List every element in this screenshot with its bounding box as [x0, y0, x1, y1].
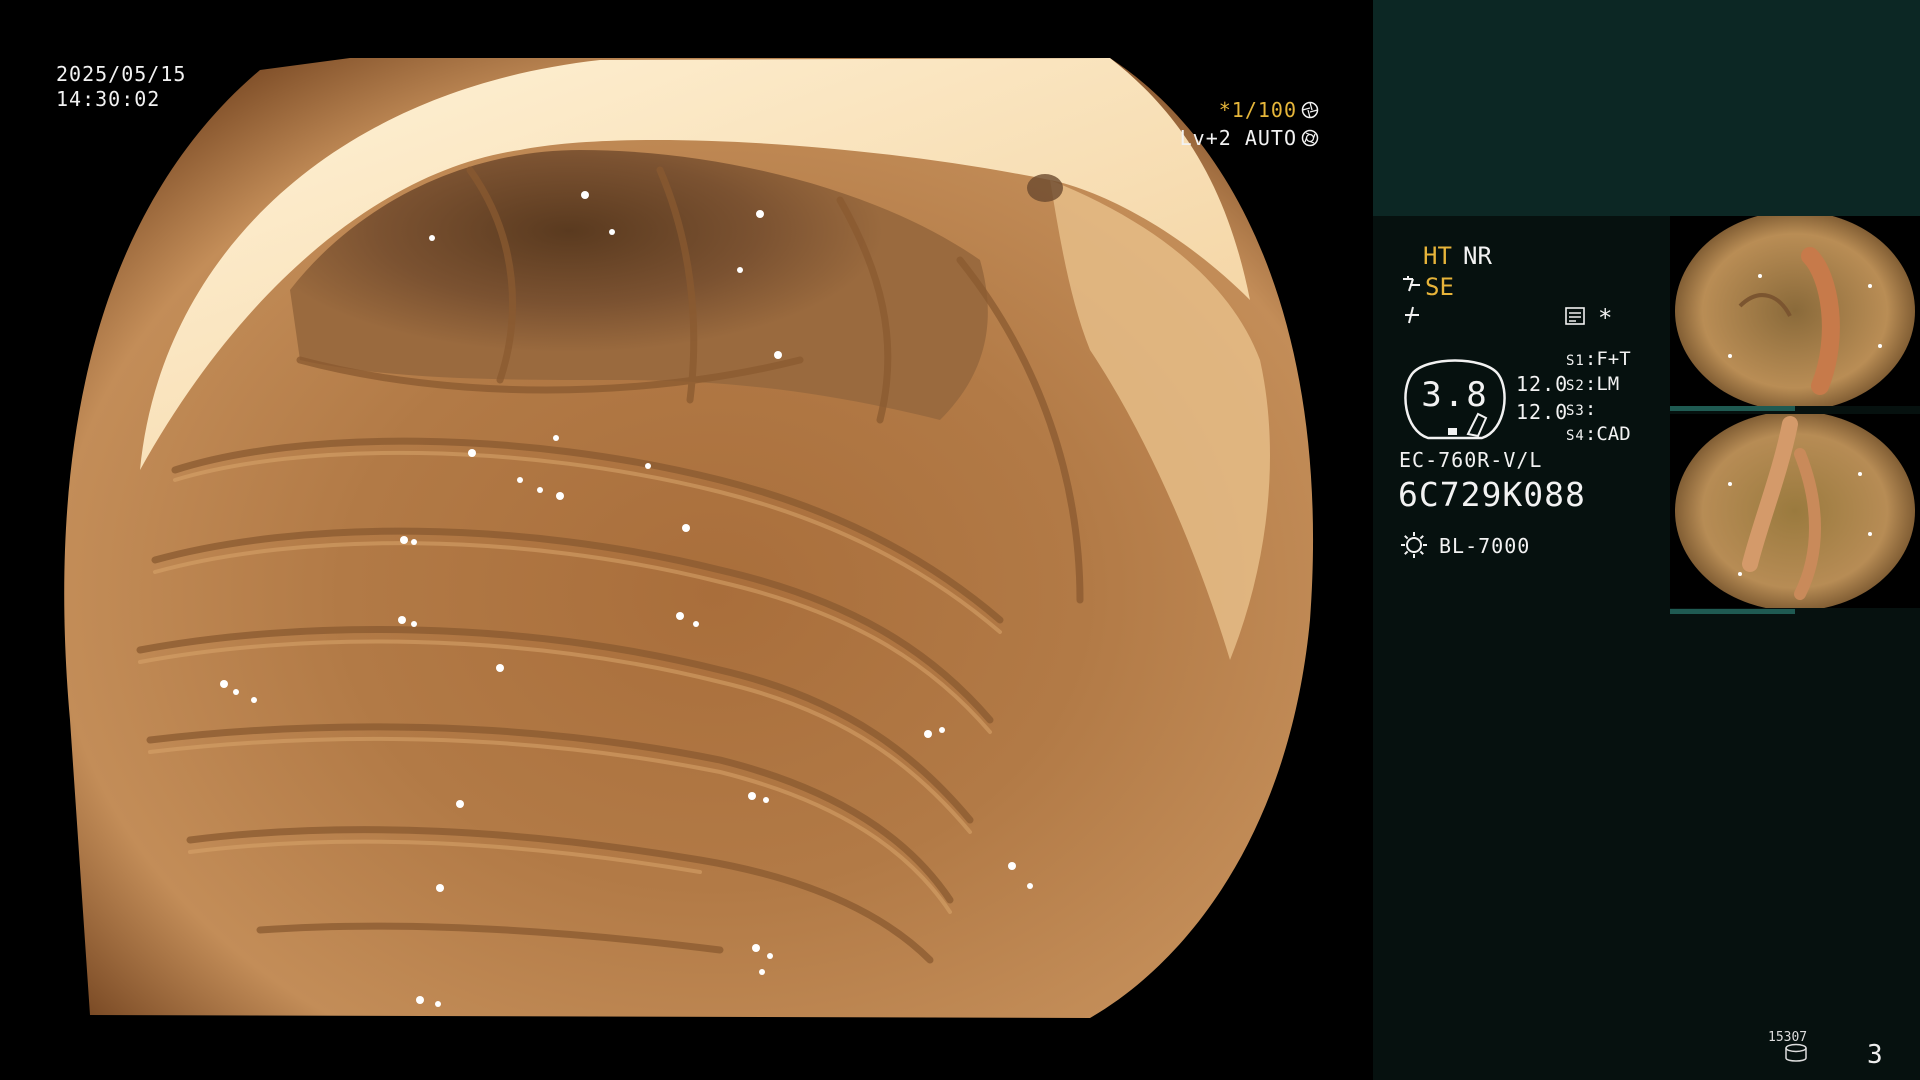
slot-key: S3 — [1566, 403, 1585, 419]
light-source-icon — [1401, 532, 1427, 558]
star-indicator: * — [1598, 304, 1613, 332]
screen-mode-icon — [1565, 307, 1585, 325]
time-text: 14:30:02 — [56, 87, 161, 111]
slot-value: CAD — [1596, 423, 1631, 445]
slot-value: LM — [1596, 373, 1620, 395]
slot-separator: : — [1584, 398, 1597, 420]
structure-enhance-icon — [1403, 276, 1420, 292]
light-source-model: BL-7000 — [1439, 534, 1531, 558]
endoscope-view: 2025/05/15 14:30:02 *1/100 Lv+2 AUTO — [0, 0, 1373, 1080]
info-panel-header — [1373, 0, 1920, 216]
se-indicator: SE — [1425, 273, 1454, 301]
thumbnail-indicator — [1670, 406, 1795, 411]
page-count: 3 — [1867, 1040, 1883, 1070]
level-text: Lv+2 AUTO — [1179, 126, 1297, 150]
date-time-display: 2025/05/15 14:30:02 — [56, 62, 186, 112]
aperture-icon — [1301, 101, 1319, 119]
endoscopic-image — [64, 58, 1314, 1018]
shutter-text: *1/100 — [1218, 98, 1297, 122]
iris-icon — [1301, 129, 1319, 147]
ht-indicator: HT — [1423, 242, 1452, 270]
nr-indicator: NR — [1463, 242, 1492, 270]
date-text: 2025/05/15 — [56, 62, 187, 86]
scope-model: EC-760R-V/L — [1399, 448, 1543, 472]
info-panel: HT NR SE * 3.8 12.0 12.0 S1:F+T S2:LM S3… — [1373, 0, 1920, 1080]
flash-icon — [1405, 306, 1419, 324]
slot-key: S2 — [1566, 378, 1585, 394]
setting-slot-s3: S3: — [1566, 397, 1596, 423]
captured-image-thumbnail[interactable] — [1670, 216, 1920, 406]
gauge-value: 3.8 — [1421, 375, 1489, 415]
shutter-speed-display: *1/100 — [1219, 98, 1319, 122]
setting-slot-s1: S1:F+T — [1566, 347, 1631, 373]
scope-serial-number: 6C729K088 — [1398, 475, 1586, 514]
slot-key: S4 — [1566, 428, 1585, 444]
setting-slot-s4: S4:CAD — [1566, 422, 1631, 448]
value-upper: 12.0 — [1516, 372, 1569, 396]
slot-value: F+T — [1596, 348, 1631, 370]
storage-icon — [1785, 1043, 1807, 1062]
thumbnail-indicator — [1670, 609, 1795, 614]
setting-slot-s2: S2:LM — [1566, 372, 1619, 398]
slot-separator: : — [1584, 373, 1597, 395]
captured-image-thumbnail[interactable] — [1670, 414, 1920, 608]
slot-separator: : — [1584, 423, 1597, 445]
slot-separator: : — [1584, 348, 1597, 370]
slot-key: S1 — [1566, 353, 1585, 369]
brightness-level-display: Lv+2 AUTO — [1180, 126, 1319, 150]
value-lower: 12.0 — [1516, 400, 1569, 424]
